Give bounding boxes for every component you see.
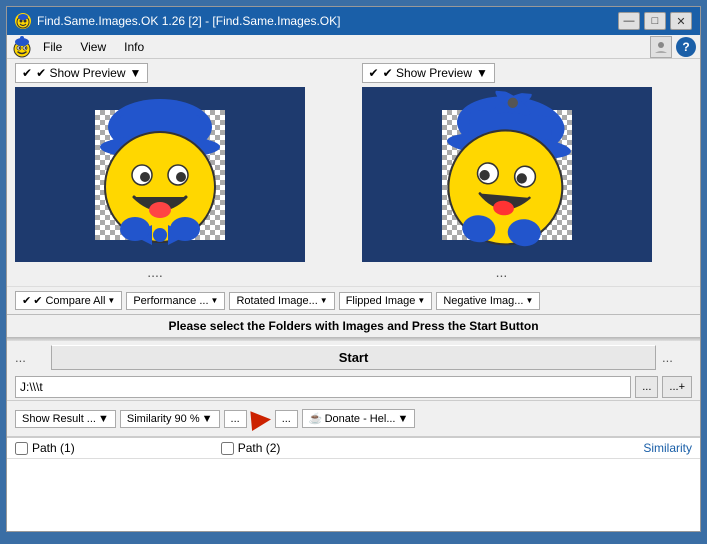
left-dropdown-arrow: ▼ [129, 66, 141, 80]
path1-label: Path (1) [32, 441, 75, 455]
preview-section: ✔ ✔ Show Preview ▼ [7, 59, 700, 286]
path1-checkbox-label[interactable]: Path (1) [15, 441, 75, 455]
title-bar-controls: — □ ✕ [618, 12, 692, 30]
status-message: Please select the Folders with Images an… [168, 319, 538, 333]
smiley-svg-left [90, 97, 230, 252]
menu-bar-right: ? [650, 36, 696, 58]
status-message-bar: Please select the Folders with Images an… [7, 314, 700, 338]
path2-checkbox[interactable] [221, 442, 234, 455]
menu-file[interactable]: File [35, 38, 70, 56]
right-preview-label: ✔ Show Preview [383, 66, 472, 80]
similarity-header: Similarity [643, 441, 692, 455]
title-bar-left: Find.Same.Images.OK 1.26 [2] - [Find.Sam… [15, 13, 340, 29]
minimize-button[interactable]: — [618, 12, 640, 30]
left-dots: .... [15, 262, 295, 282]
flipped-arrow: ▼ [417, 296, 425, 305]
menu-bar: File View Info ? [7, 35, 700, 59]
browse-add-button[interactable]: ...+ [662, 376, 692, 398]
compare-all-check: ✔ [22, 294, 31, 307]
results-area: Path (1) Path (2) Similarity [7, 437, 700, 531]
dots-btn[interactable]: ... [224, 410, 247, 428]
controls-row: ✔ ✔ Compare All ▼ Performance ... ▼ Rota… [7, 286, 700, 314]
similarity-label: Similarity 90 % [127, 413, 200, 425]
browse-button[interactable]: ... [635, 376, 658, 398]
start-right-dots: ... [662, 350, 692, 365]
compare-all-arrow: ▼ [107, 296, 115, 305]
performance-btn[interactable]: Performance ... ▼ [126, 292, 225, 310]
rotated-image-label: Rotated Image... [236, 295, 317, 307]
right-dots: ... [362, 262, 642, 282]
red-arrow-indicator: ▶ [249, 402, 272, 435]
left-show-preview-dropdown[interactable]: ✔ ✔ Show Preview ▼ [15, 63, 148, 83]
path2-label: Path (2) [238, 441, 281, 455]
path2-checkbox-label[interactable]: Path (2) [221, 441, 281, 455]
help-button[interactable]: ? [676, 37, 696, 57]
start-row: ... Start ... [7, 341, 700, 374]
path-input[interactable] [15, 376, 631, 398]
menu-info[interactable]: Info [116, 38, 152, 56]
smiley-svg-right [427, 87, 586, 262]
right-preview-panel: ✔ ✔ Show Preview ▼ [362, 63, 693, 282]
flipped-image-label: Flipped Image [346, 295, 416, 307]
start-left-dots: ... [15, 350, 45, 365]
donate-arrow: ▼ [397, 413, 408, 425]
app-icon [15, 13, 31, 29]
results-header: Path (1) Path (2) Similarity [7, 438, 700, 459]
window-title: Find.Same.Images.OK 1.26 [2] - [Find.Sam… [37, 14, 340, 28]
right-show-preview-dropdown[interactable]: ✔ ✔ Show Preview ▼ [362, 63, 495, 83]
performance-arrow: ▼ [211, 296, 219, 305]
maximize-button[interactable]: □ [644, 12, 666, 30]
dots-label: ... [231, 413, 240, 425]
left-preview-panel: ✔ ✔ Show Preview ▼ [15, 63, 346, 282]
rotated-image-btn[interactable]: Rotated Image... ▼ [229, 292, 334, 310]
close-button[interactable]: ✕ [670, 12, 692, 30]
show-result-btn[interactable]: Show Result ... ▼ [15, 410, 116, 428]
start-button[interactable]: Start [51, 345, 656, 370]
left-preview-canvas [15, 87, 305, 262]
menu-bar-left: File View Info [11, 36, 152, 58]
left-preview-label: ✔ Show Preview [36, 66, 125, 80]
show-result-label: Show Result ... [22, 413, 96, 425]
similarity-btn[interactable]: Similarity 90 % ▼ [120, 410, 220, 428]
compare-all-label: ✔ Compare All [33, 294, 105, 307]
main-window: Find.Same.Images.OK 1.26 [2] - [Find.Sam… [6, 6, 701, 532]
menu-view[interactable]: View [72, 38, 114, 56]
donate-btn[interactable]: ☕ Donate - Hel... ▼ [302, 409, 416, 428]
compare-all-btn[interactable]: ✔ ✔ Compare All ▼ [15, 291, 122, 310]
path1-checkbox[interactable] [15, 442, 28, 455]
negative-image-label: Negative Imag... [443, 295, 523, 307]
performance-label: Performance ... [133, 295, 208, 307]
title-bar: Find.Same.Images.OK 1.26 [2] - [Find.Sam… [7, 7, 700, 35]
donate-label: Donate - Hel... [325, 413, 396, 425]
rotated-arrow: ▼ [320, 296, 328, 305]
donate-icon: ☕ [309, 412, 323, 425]
dots2-btn[interactable]: ... [275, 410, 298, 428]
similarity-arrow: ▼ [202, 413, 213, 425]
left-checkmark: ✔ [22, 66, 32, 80]
menu-app-icon [11, 36, 33, 58]
flipped-image-btn[interactable]: Flipped Image ▼ [339, 292, 433, 310]
negative-image-btn[interactable]: Negative Imag... ▼ [436, 292, 540, 310]
right-preview-canvas [362, 87, 652, 262]
right-checkmark: ✔ [369, 66, 379, 80]
right-dropdown-arrow: ▼ [476, 66, 488, 80]
path-row: ... ...+ [7, 374, 700, 400]
negative-arrow: ▼ [525, 296, 533, 305]
show-result-arrow: ▼ [98, 413, 109, 425]
dots2-label: ... [282, 413, 291, 425]
user-icon[interactable] [650, 36, 672, 58]
bottom-toolbar: Show Result ... ▼ Similarity 90 % ▼ ... … [7, 400, 700, 437]
